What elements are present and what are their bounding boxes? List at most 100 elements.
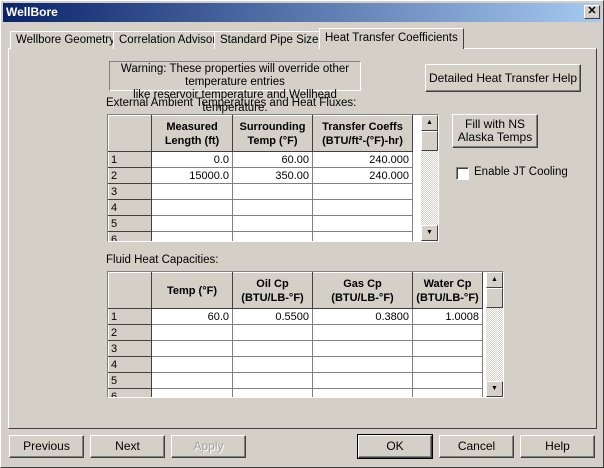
- grid-cell[interactable]: 240.000: [312, 151, 413, 168]
- row-header[interactable]: 3: [108, 340, 152, 357]
- header-text: Gas Cp: [343, 277, 382, 290]
- grid-cell[interactable]: [151, 215, 233, 232]
- fluid-scrollbar[interactable]: ▲ ▼: [486, 272, 503, 397]
- grid-cell[interactable]: [312, 231, 413, 241]
- warning-text-1: Warning: These properties will override …: [120, 63, 350, 88]
- grid-cell[interactable]: [232, 183, 313, 200]
- next-button[interactable]: Next: [90, 435, 165, 458]
- scroll-thumb[interactable]: [486, 288, 503, 308]
- scroll-down-icon[interactable]: ▼: [486, 381, 503, 397]
- row-header[interactable]: 2: [108, 324, 152, 341]
- row-header[interactable]: 1: [108, 151, 152, 168]
- fluid-label: Fluid Heat Capacities:: [106, 254, 219, 266]
- grid-cell[interactable]: [151, 356, 233, 373]
- grid-cell[interactable]: 60.00: [232, 151, 313, 168]
- grid-cell[interactable]: [412, 372, 483, 389]
- close-icon: ✕: [587, 5, 597, 17]
- grid-cell[interactable]: [312, 340, 413, 357]
- header-text: (BTU/LB-°F): [416, 291, 479, 304]
- header-text: (BTU/LB-°F): [241, 291, 304, 304]
- row-header[interactable]: 5: [108, 215, 152, 232]
- column-header[interactable]: Transfer Coeffs (BTU/ft²-(°F)-hr): [312, 115, 413, 152]
- grid-cell[interactable]: [412, 356, 483, 373]
- help-button[interactable]: Help: [520, 435, 595, 458]
- ambient-grid[interactable]: Measured Length (ft) Surrounding Temp (°F) T…: [107, 114, 439, 242]
- row-header[interactable]: 4: [108, 356, 152, 373]
- previous-button[interactable]: Previous: [9, 435, 84, 458]
- table-row: 2: [108, 324, 489, 341]
- grid-cell[interactable]: [151, 183, 233, 200]
- header-text: (BTU/LB-°F): [331, 291, 394, 304]
- row-header[interactable]: 6: [108, 231, 152, 241]
- tab-heat-transfer-coefficients[interactable]: Heat Transfer Coefficients: [319, 28, 464, 49]
- grid-cell[interactable]: [151, 372, 233, 389]
- tab-wellbore-geometry[interactable]: Wellbore Geometry: [10, 31, 121, 49]
- close-button[interactable]: ✕: [584, 5, 600, 19]
- row-header[interactable]: 3: [108, 183, 152, 200]
- row-header[interactable]: 5: [108, 372, 152, 389]
- detailed-heat-transfer-help-button[interactable]: Detailed Heat Transfer Help: [425, 64, 581, 92]
- grid-cell[interactable]: [312, 183, 413, 200]
- table-row: 5: [108, 215, 421, 232]
- tab-standard-pipe-sizes[interactable]: Standard Pipe Sizes: [214, 31, 331, 49]
- column-header[interactable]: Gas Cp (BTU/LB-°F): [312, 272, 413, 309]
- grid-cell[interactable]: [232, 340, 313, 357]
- grid-cell[interactable]: [151, 199, 233, 216]
- row-header[interactable]: 4: [108, 199, 152, 216]
- scroll-up-icon[interactable]: ▲: [421, 115, 438, 131]
- grid-cell[interactable]: [312, 324, 413, 341]
- grid-cell[interactable]: 350.00: [232, 167, 313, 184]
- grid-cell[interactable]: [232, 199, 313, 216]
- header-text: Transfer Coeffs: [322, 120, 403, 133]
- grid-cell[interactable]: 0.3800: [312, 308, 413, 325]
- grid-cell[interactable]: [232, 215, 313, 232]
- row-header[interactable]: 1: [108, 308, 152, 325]
- fill-ns-alaska-temps-button[interactable]: Fill with NS Alaska Temps: [452, 114, 538, 148]
- grid-cell[interactable]: [312, 199, 413, 216]
- column-header[interactable]: Temp (°F): [151, 272, 233, 309]
- corner-header: [108, 115, 152, 152]
- column-header[interactable]: Oil Cp (BTU/LB-°F): [232, 272, 313, 309]
- grid-cell[interactable]: 240.000: [312, 167, 413, 184]
- grid-cell[interactable]: [151, 340, 233, 357]
- scroll-thumb[interactable]: [421, 131, 438, 151]
- scroll-up-icon[interactable]: ▲: [486, 272, 503, 288]
- scroll-down-icon[interactable]: ▼: [421, 225, 438, 241]
- grid-cell[interactable]: [412, 340, 483, 357]
- grid-cell[interactable]: [312, 388, 413, 397]
- title-bar: WellBore: [3, 3, 601, 22]
- column-header[interactable]: Water Cp (BTU/LB-°F): [412, 272, 483, 309]
- enable-jt-cooling-checkbox[interactable]: [456, 167, 469, 180]
- tab-correlation-advisor[interactable]: Correlation Advisor: [113, 31, 223, 49]
- grid-cell[interactable]: [151, 324, 233, 341]
- grid-cell[interactable]: [412, 388, 483, 397]
- header-text: Temp (°F): [166, 284, 218, 297]
- grid-cell[interactable]: 1.0008: [412, 308, 483, 325]
- grid-cell[interactable]: [312, 372, 413, 389]
- grid-cell[interactable]: 60.0: [151, 308, 233, 325]
- grid-cell[interactable]: [232, 356, 313, 373]
- column-header[interactable]: Measured Length (ft): [151, 115, 233, 152]
- corner-header: [108, 272, 152, 309]
- grid-cell[interactable]: [312, 356, 413, 373]
- grid-cell[interactable]: [312, 215, 413, 232]
- ambient-scrollbar[interactable]: ▲ ▼: [421, 115, 438, 241]
- grid-cell[interactable]: 15000.0: [151, 167, 233, 184]
- apply-button[interactable]: Apply: [171, 435, 246, 458]
- table-row: 6: [108, 388, 489, 397]
- grid-cell[interactable]: [232, 372, 313, 389]
- row-header[interactable]: 6: [108, 388, 152, 397]
- cancel-button[interactable]: Cancel: [439, 435, 514, 458]
- column-header[interactable]: Surrounding Temp (°F): [232, 115, 313, 152]
- grid-cell[interactable]: 0.5500: [232, 308, 313, 325]
- grid-cell[interactable]: [151, 388, 233, 397]
- grid-cell[interactable]: [151, 231, 233, 241]
- grid-cell[interactable]: [232, 231, 313, 241]
- fluid-grid[interactable]: Temp (°F) Oil Cp (BTU/LB-°F) Gas Cp (BTU/LB-…: [107, 271, 504, 398]
- grid-cell[interactable]: [232, 388, 313, 397]
- grid-cell[interactable]: [232, 324, 313, 341]
- grid-cell[interactable]: 0.0: [151, 151, 233, 168]
- grid-cell[interactable]: [412, 324, 483, 341]
- ok-button[interactable]: OK: [357, 434, 433, 459]
- row-header[interactable]: 2: [108, 167, 152, 184]
